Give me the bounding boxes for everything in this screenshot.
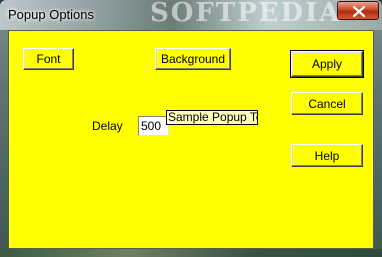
- window-bottom-border: [0, 249, 382, 257]
- help-button[interactable]: Help: [291, 144, 363, 167]
- close-button[interactable]: [337, 1, 379, 20]
- title-bar[interactable]: SOFTPEDIA Popup Options: [0, 0, 382, 30]
- options-panel: Font Background Apply Cancel Help Delay …: [8, 30, 374, 249]
- cancel-button[interactable]: Cancel: [291, 92, 363, 115]
- sample-popup-preview: Sample Popup Tex: [166, 110, 258, 125]
- popup-options-window: SOFTPEDIA Popup Options Font Background …: [0, 0, 382, 257]
- window-title: Popup Options: [8, 7, 95, 22]
- close-icon: [353, 6, 365, 17]
- font-button[interactable]: Font: [23, 48, 74, 70]
- background-button[interactable]: Background: [155, 48, 231, 70]
- apply-button[interactable]: Apply: [290, 50, 364, 78]
- watermark: SOFTPEDIA: [150, 0, 342, 28]
- delay-label: Delay: [92, 119, 123, 133]
- delay-input[interactable]: 500: [138, 116, 169, 136]
